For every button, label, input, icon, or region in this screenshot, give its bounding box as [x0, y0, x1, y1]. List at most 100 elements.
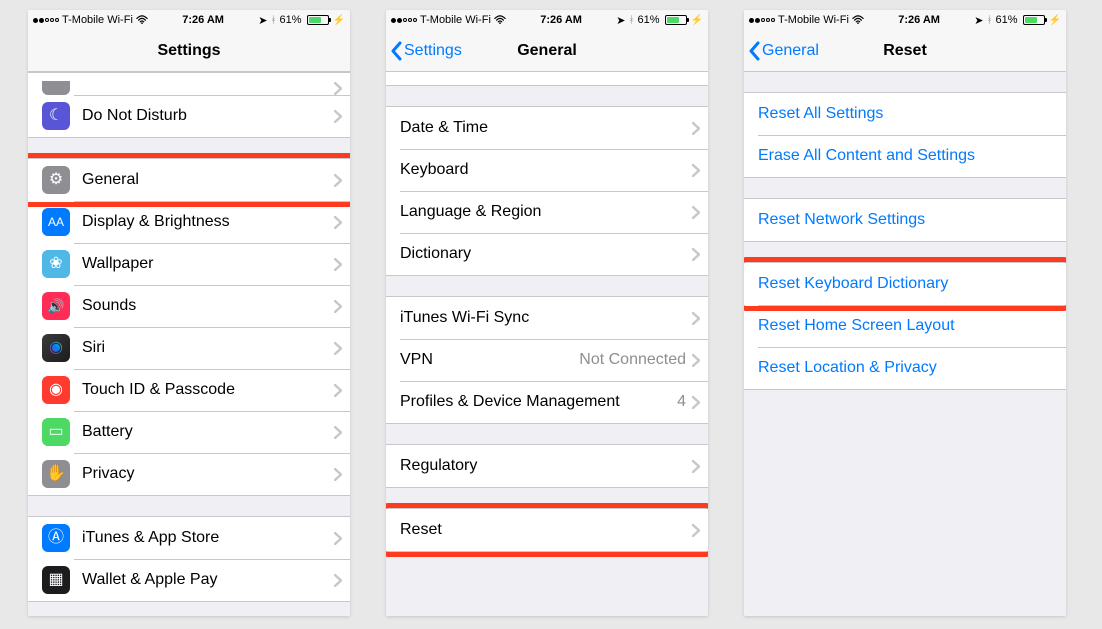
chevron-right-icon	[334, 342, 342, 355]
row-sounds[interactable]: 🔊 Sounds	[28, 285, 350, 327]
dnd-icon: ☾	[42, 102, 70, 130]
row-regulatory[interactable]: Regulatory	[386, 445, 708, 487]
row-label: Reset	[400, 521, 692, 539]
row-general[interactable]: ⚙ General	[28, 159, 350, 201]
row-control-center[interactable]: Control Center	[28, 73, 350, 95]
row-label: Reset Keyboard Dictionary	[758, 275, 1058, 293]
wallet-icon: ▦	[42, 566, 70, 594]
row-reset-keyboard-dictionary[interactable]: Reset Keyboard Dictionary	[744, 263, 1066, 305]
row-vpn[interactable]: VPN Not Connected	[386, 339, 708, 381]
row-label: iTunes & App Store	[82, 529, 334, 547]
status-bar: T-Mobile Wi-Fi 7:26 AM ➤ ᚼ 61% ⚡	[386, 10, 708, 30]
row-itunes-appstore[interactable]: Ⓐ iTunes & App Store	[28, 517, 350, 559]
chevron-right-icon	[692, 164, 700, 177]
row-label: Dictionary	[400, 245, 692, 263]
row-reset-all-settings[interactable]: Reset All Settings	[744, 93, 1066, 135]
display-icon: AA	[42, 208, 70, 236]
row-touchid[interactable]: ◉ Touch ID & Passcode	[28, 369, 350, 411]
nav-title: General	[517, 42, 577, 60]
row-date-time[interactable]: Date & Time	[386, 107, 708, 149]
row-label: Keyboard	[400, 161, 692, 179]
row-keyboard[interactable]: Keyboard	[386, 149, 708, 191]
chevron-right-icon	[334, 574, 342, 587]
privacy-icon: ✋	[42, 460, 70, 488]
row-label: Reset Location & Privacy	[758, 359, 1058, 377]
touchid-icon: ◉	[42, 376, 70, 404]
row-wallet[interactable]: ▦ Wallet & Apple Pay	[28, 559, 350, 601]
row-privacy[interactable]: ✋ Privacy	[28, 453, 350, 495]
bluetooth-icon: ᚼ	[271, 15, 277, 26]
row-detail: 4	[677, 393, 686, 411]
chevron-right-icon	[692, 312, 700, 325]
wallpaper-icon: ❀	[42, 250, 70, 278]
row-reset[interactable]: Reset	[386, 509, 708, 551]
location-icon: ➤	[974, 14, 983, 27]
chevron-left-icon	[390, 41, 402, 61]
table-content: Date & Time Keyboard Language & Region D…	[386, 72, 708, 616]
row-detail: Not Connected	[579, 351, 686, 369]
row-label: Sounds	[82, 297, 334, 315]
back-button[interactable]: General	[748, 30, 819, 71]
siri-icon: ◉	[42, 334, 70, 362]
row-label: Privacy	[82, 465, 334, 483]
bolt-icon: ⚡	[691, 15, 703, 26]
row-label: Reset Home Screen Layout	[758, 317, 1058, 335]
wifi-icon	[136, 15, 148, 25]
nav-title: Settings	[157, 42, 220, 60]
wifi-icon	[852, 15, 864, 25]
table-content: Control Center ☾ Do Not Disturb ⚙ Genera…	[28, 72, 350, 616]
row-label: Display & Brightness	[82, 213, 334, 231]
row-reset-network[interactable]: Reset Network Settings	[744, 199, 1066, 241]
nav-bar: Settings	[28, 30, 350, 72]
screen-general: T-Mobile Wi-Fi 7:26 AM ➤ ᚼ 61% ⚡ Setting…	[386, 10, 708, 616]
bolt-icon: ⚡	[1049, 15, 1061, 26]
row-reset-home-screen[interactable]: Reset Home Screen Layout	[744, 305, 1066, 347]
location-icon: ➤	[258, 14, 267, 27]
bluetooth-icon: ᚼ	[629, 15, 635, 26]
carrier-label: T-Mobile Wi-Fi	[778, 14, 849, 26]
bolt-icon: ⚡	[333, 15, 345, 26]
status-bar: T-Mobile Wi-Fi 7:26 AM ➤ ᚼ 61% ⚡	[744, 10, 1066, 30]
chevron-right-icon	[692, 460, 700, 473]
row-display-brightness[interactable]: AA Display & Brightness	[28, 201, 350, 243]
row-profiles[interactable]: Profiles & Device Management 4	[386, 381, 708, 423]
screen-reset: T-Mobile Wi-Fi 7:26 AM ➤ ᚼ 61% ⚡ General…	[744, 10, 1066, 616]
chevron-right-icon	[692, 354, 700, 367]
battery-pct-label: 61%	[280, 14, 302, 26]
row-battery[interactable]: ▭ Battery	[28, 411, 350, 453]
location-icon: ➤	[616, 14, 625, 27]
row-itunes-wifi-sync[interactable]: iTunes Wi-Fi Sync	[386, 297, 708, 339]
status-bar: T-Mobile Wi-Fi 7:26 AM ➤ ᚼ 61% ⚡	[28, 10, 350, 30]
table-content: Reset All Settings Erase All Content and…	[744, 72, 1066, 616]
row-label: Do Not Disturb	[82, 107, 334, 125]
row-language-region[interactable]: Language & Region	[386, 191, 708, 233]
row-label: Date & Time	[400, 119, 692, 137]
row-label: General	[82, 171, 334, 189]
battery-icon	[307, 15, 329, 25]
battery-pct-label: 61%	[996, 14, 1018, 26]
row-label: Regulatory	[400, 457, 692, 475]
row-erase-all[interactable]: Erase All Content and Settings	[744, 135, 1066, 177]
row-label: Profiles & Device Management	[400, 393, 677, 411]
battery-pct-label: 61%	[638, 14, 660, 26]
row-label: Reset Network Settings	[758, 211, 1058, 229]
clock-label: 7:26 AM	[182, 14, 224, 26]
row-wallpaper[interactable]: ❀ Wallpaper	[28, 243, 350, 285]
nav-title: Reset	[883, 42, 927, 60]
row-label: Wallet & Apple Pay	[82, 571, 334, 589]
appstore-icon: Ⓐ	[42, 524, 70, 552]
row-label: Touch ID & Passcode	[82, 381, 334, 399]
wifi-icon	[494, 15, 506, 25]
chevron-right-icon	[334, 174, 342, 187]
chevron-right-icon	[692, 122, 700, 135]
row-dictionary[interactable]: Dictionary	[386, 233, 708, 275]
back-label: General	[762, 42, 819, 60]
row-reset-location-privacy[interactable]: Reset Location & Privacy	[744, 347, 1066, 389]
row-siri[interactable]: ◉ Siri	[28, 327, 350, 369]
chevron-right-icon	[692, 248, 700, 261]
row-do-not-disturb[interactable]: ☾ Do Not Disturb	[28, 95, 350, 137]
chevron-right-icon	[334, 216, 342, 229]
chevron-right-icon	[334, 258, 342, 271]
back-button[interactable]: Settings	[390, 30, 462, 71]
carrier-label: T-Mobile Wi-Fi	[62, 14, 133, 26]
